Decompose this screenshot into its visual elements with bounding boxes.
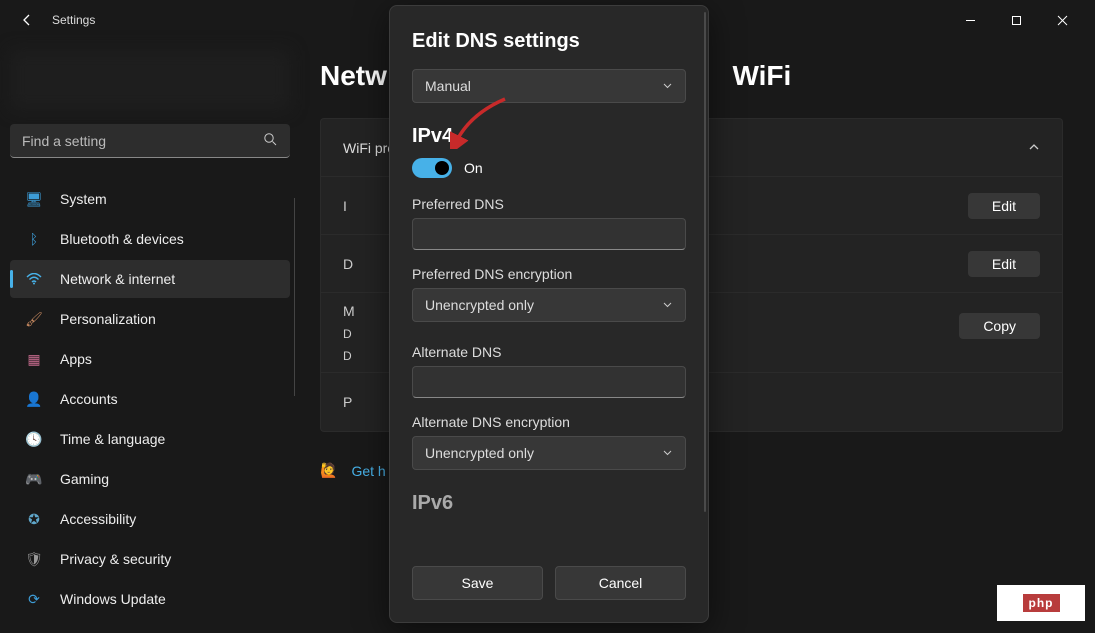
alternate-enc-select[interactable]: Unencrypted only (412, 436, 686, 470)
dialog-actions: Save Cancel (390, 544, 708, 622)
alternate-dns-input[interactable] (412, 366, 686, 398)
cancel-button[interactable]: Cancel (555, 566, 686, 600)
ipv6-heading: IPv6 (412, 492, 686, 515)
preferred-dns-input[interactable] (412, 218, 686, 250)
edit-dns-dialog: Edit DNS settings Manual IPv4 On Preferr… (389, 5, 709, 623)
ipv4-toggle-row: On (412, 158, 686, 178)
select-value: Unencrypted only (425, 297, 534, 313)
ipv4-heading: IPv4 (412, 125, 686, 148)
chevron-down-icon (662, 297, 673, 313)
select-value: Unencrypted only (425, 445, 534, 461)
ipv4-toggle[interactable] (412, 158, 452, 178)
alternate-dns-label: Alternate DNS (412, 344, 686, 360)
alternate-enc-label: Alternate DNS encryption (412, 414, 686, 430)
toggle-state-label: On (464, 160, 483, 176)
watermark-text: php (1023, 594, 1060, 612)
preferred-dns-label: Preferred DNS (412, 196, 686, 212)
dialog-backdrop: Edit DNS settings Manual IPv4 On Preferr… (0, 0, 1095, 633)
preferred-enc-label: Preferred DNS encryption (412, 266, 686, 282)
preferred-enc-select[interactable]: Unencrypted only (412, 288, 686, 322)
dialog-title: Edit DNS settings (412, 30, 686, 53)
select-value: Manual (425, 78, 471, 94)
save-button[interactable]: Save (412, 566, 543, 600)
chevron-down-icon (662, 445, 673, 461)
dns-mode-select[interactable]: Manual (412, 69, 686, 103)
dialog-body: Edit DNS settings Manual IPv4 On Preferr… (390, 6, 708, 544)
toggle-knob (435, 161, 449, 175)
chevron-down-icon (662, 78, 673, 94)
watermark: php (997, 585, 1085, 621)
